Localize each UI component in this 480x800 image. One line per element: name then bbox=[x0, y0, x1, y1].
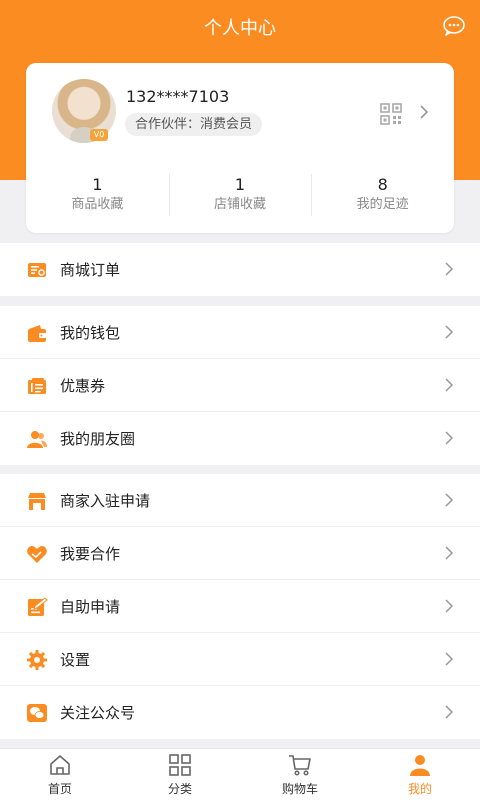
menu-section-wallet: 我的钱包 优惠券 我的朋友圈 bbox=[0, 306, 480, 465]
menu-item-label: 设置 bbox=[60, 651, 91, 669]
stats-row: 1 商品收藏 1 店铺收藏 8 我的足迹 bbox=[26, 168, 454, 218]
handshake-icon bbox=[27, 546, 47, 563]
tab-home[interactable]: 首页 bbox=[0, 749, 120, 800]
tab-label: 首页 bbox=[47, 782, 72, 796]
tab-label: 我的 bbox=[407, 782, 432, 796]
chevron-right-icon bbox=[445, 431, 454, 445]
shopping-cart-icon bbox=[289, 755, 311, 776]
menu-item-label: 优惠券 bbox=[60, 377, 106, 395]
chevron-right-icon bbox=[445, 493, 454, 507]
menu-item-cooperate[interactable]: 我要合作 bbox=[0, 527, 480, 580]
stat-footprints[interactable]: 8 我的足迹 bbox=[311, 168, 454, 218]
menu-item-label: 我的朋友圈 bbox=[60, 430, 136, 448]
menu-section-services: 商家入驻申请 我要合作 自助申请 设置 关注公众号 bbox=[0, 474, 480, 739]
menu-item-coupons[interactable]: 优惠券 bbox=[0, 359, 480, 412]
chevron-right-icon[interactable] bbox=[418, 103, 430, 121]
store-icon bbox=[28, 493, 46, 510]
menu-item-follow-account[interactable]: 关注公众号 bbox=[0, 686, 480, 739]
tab-cart[interactable]: 购物车 bbox=[240, 749, 360, 800]
wechat-icon bbox=[27, 704, 47, 722]
menu-item-merchant[interactable]: 商家入驻申请 bbox=[0, 474, 480, 527]
qr-code-icon[interactable] bbox=[380, 103, 402, 125]
stat-product-favorites[interactable]: 1 商品收藏 bbox=[26, 168, 169, 218]
menu-item-wallet[interactable]: 我的钱包 bbox=[0, 306, 480, 359]
chevron-right-icon bbox=[445, 262, 454, 276]
friends-icon bbox=[27, 431, 47, 448]
chevron-right-icon bbox=[445, 705, 454, 719]
application-form-icon bbox=[28, 597, 48, 616]
menu-item-friends[interactable]: 我的朋友圈 bbox=[0, 412, 480, 465]
gear-icon bbox=[27, 650, 47, 670]
chevron-right-icon bbox=[445, 325, 454, 339]
tab-label: 分类 bbox=[167, 782, 192, 796]
stat-value: 1 bbox=[92, 175, 103, 194]
menu-item-label: 自助申请 bbox=[60, 598, 121, 616]
stat-store-favorites[interactable]: 1 店铺收藏 bbox=[168, 168, 312, 218]
menu-item-label: 我的钱包 bbox=[60, 324, 121, 342]
profile-card: V0 132****7103 合作伙伴：消费会员 1 商品收藏 1 店铺收藏 8… bbox=[26, 63, 454, 233]
tab-label: 购物车 bbox=[281, 782, 318, 796]
tab-category[interactable]: 分类 bbox=[120, 749, 240, 800]
phone-number: 132****7103 bbox=[126, 87, 230, 106]
grid-icon bbox=[169, 754, 191, 776]
page-title: 个人中心 bbox=[204, 18, 276, 39]
order-list-icon bbox=[28, 263, 46, 277]
home-icon bbox=[50, 755, 70, 775]
menu-item-orders[interactable]: 商城订单 bbox=[0, 243, 480, 296]
menu-item-label: 商城订单 bbox=[60, 261, 121, 279]
bottom-tab-bar: 首页 分类 购物车 我的 bbox=[0, 748, 480, 800]
menu-item-label: 商家入驻申请 bbox=[60, 492, 151, 510]
stat-value: 8 bbox=[377, 175, 388, 194]
chat-bubble-icon[interactable] bbox=[442, 14, 466, 38]
chevron-right-icon bbox=[445, 378, 454, 392]
menu-item-settings[interactable]: 设置 bbox=[0, 633, 480, 686]
stat-label: 商品收藏 bbox=[71, 197, 124, 212]
chevron-right-icon bbox=[445, 652, 454, 666]
stat-label: 我的足迹 bbox=[356, 197, 409, 212]
menu-item-self-apply[interactable]: 自助申请 bbox=[0, 580, 480, 633]
chevron-right-icon bbox=[445, 599, 454, 613]
member-level-tag: 合作伙伴：消费会员 bbox=[125, 113, 263, 136]
tab-mine[interactable]: 我的 bbox=[360, 749, 480, 800]
user-icon bbox=[410, 755, 430, 776]
vip-badge: V0 bbox=[90, 129, 108, 141]
wallet-icon bbox=[28, 325, 46, 342]
menu-item-label: 我要合作 bbox=[60, 545, 121, 563]
menu-section-orders: 商城订单 bbox=[0, 243, 480, 296]
coupon-icon bbox=[28, 378, 46, 394]
stat-label: 店铺收藏 bbox=[214, 197, 267, 212]
chevron-right-icon bbox=[445, 546, 454, 560]
menu-item-label: 关注公众号 bbox=[60, 704, 136, 722]
stat-value: 1 bbox=[234, 175, 246, 194]
